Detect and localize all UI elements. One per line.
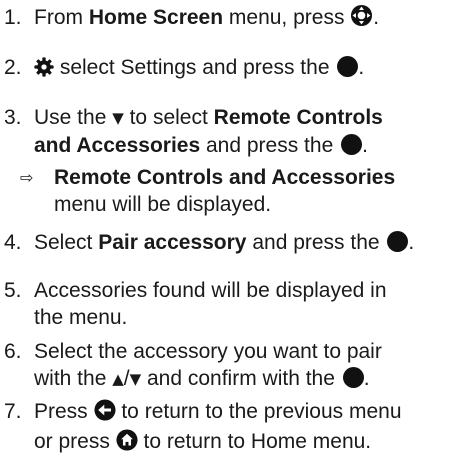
step-bold-text: Pair accessory [98, 231, 247, 254]
result-text: menu will be displayed. [54, 193, 272, 216]
step-number: 7. [4, 400, 22, 423]
ok-button-icon [341, 134, 363, 155]
step-text: . [408, 231, 415, 254]
step-text: . [373, 6, 380, 29]
step-text: . [358, 56, 365, 79]
result-arrow-icon: ⇨ [20, 168, 34, 187]
step-5: 5. Accessories found will be displayed in… [4, 277, 466, 331]
step-text: to return to Home menu. [137, 430, 372, 453]
step-text: select Settings and press the [54, 56, 336, 79]
step-2: 2. select Settings and press the . [4, 54, 466, 84]
step-number: 4. [4, 231, 22, 254]
step-text: . [363, 367, 370, 390]
instruction-list: 1. From Home Screen menu, press . 2. sele… [0, 0, 470, 469]
step-bold-text: Remote Controls [213, 106, 383, 129]
step-text: and press the [246, 231, 386, 254]
result-bold-text: Remote Controls and Accessories [54, 166, 396, 189]
step-text: or press [34, 430, 116, 453]
step-text: Select [34, 231, 99, 254]
step-text: Select the accessory you want to pair [34, 340, 382, 363]
step-4: 4. Select Pair accessory and press the . [4, 229, 466, 256]
step-3: 3. Use the ▼ to select Remote Controls and… [4, 104, 466, 159]
gear-icon [34, 57, 54, 84]
step-number: 1. [4, 6, 22, 29]
step-text: with the [34, 367, 113, 390]
step-text: and press the [200, 134, 340, 157]
step-bold-text: and Accessories [34, 134, 201, 157]
step-6: 6. Select the accessory you want to pair w… [4, 338, 466, 393]
ok-button-icon [342, 367, 364, 388]
step-text: menu, press [223, 6, 351, 29]
step-text: . [362, 134, 368, 157]
step-number: 2. [4, 56, 22, 79]
step-text: Accessories found will be displayed in [34, 279, 387, 302]
up-arrow-icon: ▲ [112, 370, 124, 388]
step-text: to return to the previous menu [115, 400, 402, 423]
step-text: and confirm with the [141, 367, 341, 390]
step-text: Press [34, 400, 94, 423]
result-note: ⇨ Remote Controls and Accessories menu wil… [20, 164, 466, 218]
ok-button-icon [337, 56, 359, 77]
step-text: the menu. [34, 306, 128, 329]
ok-button-icon [387, 231, 409, 252]
down-arrow-icon: ▼ [129, 370, 142, 388]
back-button-icon [93, 399, 116, 428]
step-7: 7. Press to return to the previous menu or… [4, 398, 466, 458]
home-button-icon [116, 429, 138, 458]
step-number: 3. [4, 106, 22, 129]
step-text: From [34, 6, 89, 29]
step-text: Use the [34, 106, 113, 129]
step-bold-text: Home Screen [88, 6, 224, 29]
step-number: 5. [4, 279, 22, 302]
navigation-pad-icon [350, 4, 373, 34]
step-1: 1. From Home Screen menu, press . [4, 4, 466, 34]
step-number: 6. [4, 340, 22, 363]
step-text: to select [123, 106, 214, 129]
down-arrow-icon: ▼ [112, 109, 124, 127]
